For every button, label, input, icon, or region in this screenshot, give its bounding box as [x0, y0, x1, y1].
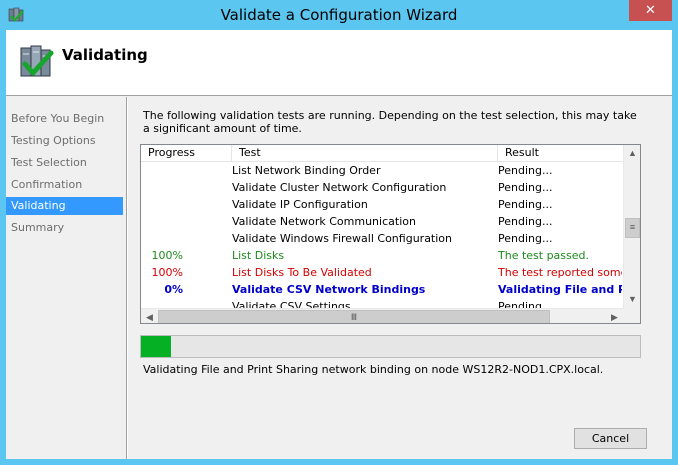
- vertical-scrollbar[interactable]: ▲ ≡ ▼: [623, 145, 640, 308]
- column-header-test[interactable]: Test: [232, 145, 498, 162]
- scroll-down-icon[interactable]: ▼: [624, 291, 640, 308]
- row-test: Validate IP Configuration: [232, 198, 368, 211]
- status-text: Validating File and Print Sharing networ…: [143, 363, 604, 376]
- wizard-window: Validate a Configuration Wizard ✕ Valida…: [0, 0, 678, 465]
- row-progress: [141, 213, 221, 230]
- table-row[interactable]: Validate CSV Settings Pending...: [141, 298, 623, 308]
- page-title: Validating: [62, 46, 148, 64]
- horizontal-scrollbar[interactable]: ◀ Ⅲ ▶: [141, 308, 623, 323]
- row-test: Validate CSV Network Bindings: [232, 283, 426, 296]
- list-rows: List Network Binding Order Pending... Va…: [141, 162, 623, 308]
- table-row[interactable]: Validate IP Configuration Pending...: [141, 196, 623, 213]
- close-button[interactable]: ✕: [629, 0, 672, 21]
- nav-item-test-selection[interactable]: Test Selection: [6, 154, 123, 172]
- scroll-right-icon[interactable]: ▶: [606, 309, 623, 323]
- horizontal-scroll-thumb[interactable]: Ⅲ: [158, 310, 550, 323]
- row-test: List Disks: [232, 249, 285, 262]
- validation-progress-bar: [140, 335, 641, 358]
- row-test: Validate Network Communication: [232, 215, 416, 228]
- column-header-progress[interactable]: Progress: [141, 145, 232, 162]
- title-bar[interactable]: Validate a Configuration Wizard ✕: [0, 0, 678, 30]
- row-result: Pending...: [498, 300, 553, 308]
- validation-tests-list[interactable]: Progress Test Result List Network Bindin…: [140, 144, 641, 324]
- row-progress: 0%: [164, 283, 183, 296]
- nav-item-confirmation[interactable]: Confirmation: [6, 176, 123, 194]
- wizard-steps-nav: Before You Begin Testing Options Test Se…: [6, 97, 126, 459]
- row-progress: 100%: [151, 249, 183, 262]
- row-result: Pending...: [498, 181, 553, 194]
- list-header: Progress Test Result: [141, 145, 623, 162]
- scroll-up-icon[interactable]: ▲: [624, 145, 640, 162]
- row-progress: [141, 196, 221, 213]
- row-result: Pending...: [498, 215, 553, 228]
- row-result: The test passed.: [498, 249, 590, 262]
- column-header-result[interactable]: Result: [498, 145, 623, 162]
- row-test: List Network Binding Order: [232, 164, 381, 177]
- row-test: Validate CSV Settings: [232, 300, 351, 308]
- row-progress: [141, 179, 221, 196]
- description-text: The following validation tests are runni…: [143, 109, 637, 135]
- row-progress: [141, 298, 221, 308]
- row-progress: 100%: [151, 266, 183, 279]
- scroll-left-icon[interactable]: ◀: [141, 309, 158, 323]
- table-row[interactable]: List Network Binding Order Pending...: [141, 162, 623, 179]
- row-result: Pending...: [498, 232, 553, 245]
- table-row[interactable]: Validate Cluster Network Configuration P…: [141, 179, 623, 196]
- wizard-body: Validating Before You Begin Testing Opti…: [6, 30, 672, 459]
- nav-item-validating[interactable]: Validating: [6, 197, 123, 215]
- cancel-button[interactable]: Cancel: [574, 428, 647, 449]
- table-row[interactable]: Validate Network Communication Pending..…: [141, 213, 623, 230]
- row-result: Validating File and Prin: [498, 283, 622, 296]
- nav-item-summary[interactable]: Summary: [6, 219, 123, 237]
- server-checkmark-icon: [20, 45, 54, 77]
- table-row[interactable]: 100% List Disks To Be Validated The test…: [141, 264, 623, 281]
- table-row[interactable]: 0% Validate CSV Network Bindings Validat…: [141, 281, 623, 298]
- row-result: The test reported some wa: [498, 266, 622, 279]
- scrollbar-corner: [623, 308, 640, 323]
- row-progress: [141, 162, 221, 179]
- wizard-header: Validating: [6, 30, 672, 96]
- table-row[interactable]: 100% List Disks The test passed.: [141, 247, 623, 264]
- row-progress: [141, 230, 221, 247]
- row-result: Pending...: [498, 164, 553, 177]
- progress-fill: [141, 336, 171, 357]
- window-title: Validate a Configuration Wizard: [220, 6, 458, 24]
- nav-item-testing-options[interactable]: Testing Options: [6, 132, 123, 150]
- table-row[interactable]: Validate Windows Firewall Configuration …: [141, 230, 623, 247]
- nav-item-before-you-begin[interactable]: Before You Begin: [6, 110, 123, 128]
- main-content: The following validation tests are runni…: [128, 97, 672, 459]
- row-test: Validate Cluster Network Configuration: [232, 181, 447, 194]
- row-test: Validate Windows Firewall Configuration: [232, 232, 452, 245]
- row-test: List Disks To Be Validated: [232, 266, 372, 279]
- row-result: Pending...: [498, 198, 553, 211]
- vertical-scroll-thumb[interactable]: ≡: [625, 218, 640, 238]
